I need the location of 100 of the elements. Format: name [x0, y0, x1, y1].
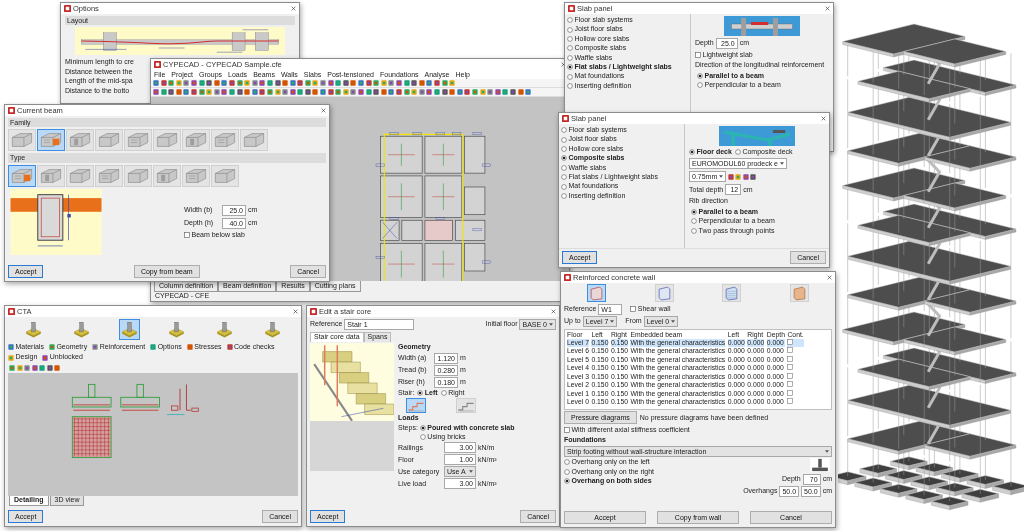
beam-family-option[interactable]: [95, 129, 123, 152]
checkbox[interactable]: [630, 306, 637, 312]
checkbox[interactable]: [564, 427, 570, 434]
beam-family-option[interactable]: [124, 129, 152, 152]
toolbar-icon[interactable]: [226, 344, 233, 351]
wall-icon: [656, 285, 672, 301]
footing-icon: [73, 321, 90, 338]
footing-icon: [168, 321, 186, 338]
beam-type-option[interactable]: [8, 164, 36, 187]
radio-button[interactable]: [561, 155, 567, 162]
radio-button[interactable]: [564, 459, 570, 466]
checkbox[interactable]: [787, 339, 794, 345]
radio-button[interactable]: [691, 227, 697, 234]
radio-button[interactable]: [561, 183, 567, 190]
caret-icon: [671, 320, 676, 323]
close-icon[interactable]: [825, 6, 830, 11]
radio-button[interactable]: [734, 149, 741, 156]
beam-icon: [214, 166, 236, 185]
radio-button[interactable]: [691, 218, 697, 225]
close-icon[interactable]: [293, 309, 298, 314]
caret-icon: [825, 449, 829, 453]
radio-button[interactable]: [561, 136, 567, 143]
radio-button[interactable]: [561, 164, 567, 171]
close-icon[interactable]: [561, 62, 566, 67]
wall-type-option[interactable]: [587, 284, 607, 302]
beam-type-option[interactable]: [95, 164, 123, 187]
beam-family-option[interactable]: [211, 129, 239, 152]
radio-button[interactable]: [419, 434, 426, 441]
beam-icon: [98, 131, 120, 150]
radio-button[interactable]: [567, 64, 573, 71]
caret-icon: [780, 162, 784, 166]
radio-button[interactable]: [567, 73, 573, 80]
footing-view-option[interactable]: [71, 319, 92, 340]
radio-button[interactable]: [419, 424, 426, 431]
radio-button[interactable]: [567, 17, 573, 24]
radio-button[interactable]: [561, 192, 567, 199]
beam-icon: [214, 131, 236, 150]
beam-icon: [11, 166, 33, 185]
beam-icon: [156, 166, 178, 185]
checkbox[interactable]: [787, 372, 794, 379]
beam-icon: [127, 131, 149, 150]
close-icon[interactable]: [291, 6, 296, 11]
checkbox[interactable]: [787, 364, 794, 371]
checkbox[interactable]: [787, 389, 794, 396]
radio-button[interactable]: [567, 35, 573, 42]
beam-family-option[interactable]: [240, 129, 268, 152]
close-icon[interactable]: [827, 275, 832, 280]
beam-type-option[interactable]: [153, 164, 181, 187]
footing-icon: [25, 321, 43, 338]
checkbox[interactable]: [787, 355, 794, 362]
radio-button[interactable]: [691, 208, 697, 215]
beam-family-option[interactable]: [153, 129, 181, 152]
beam-family-option[interactable]: [8, 129, 36, 152]
wall-icon: [791, 285, 807, 301]
beam-type-option[interactable]: [124, 164, 152, 187]
beam-type-option[interactable]: [211, 164, 239, 187]
checkbox[interactable]: [184, 231, 190, 238]
radio-button[interactable]: [561, 127, 567, 134]
beam-type-option[interactable]: [37, 164, 65, 187]
footing-icon: [215, 321, 233, 338]
close-icon[interactable]: [821, 116, 826, 121]
wall-type-option[interactable]: [722, 284, 742, 302]
toolbar-icon[interactable]: [150, 344, 157, 351]
checkbox[interactable]: [787, 381, 794, 388]
footing-icon: [263, 321, 281, 338]
checkbox[interactable]: [787, 398, 794, 405]
radio-button[interactable]: [440, 389, 447, 396]
wall-type-option[interactable]: [789, 284, 809, 302]
radio-button[interactable]: [564, 478, 570, 485]
radio-button[interactable]: [697, 72, 703, 79]
radio-button[interactable]: [567, 26, 573, 33]
radio-button[interactable]: [417, 389, 424, 396]
beam-family-option[interactable]: [182, 129, 210, 152]
beam-family-option[interactable]: [37, 129, 65, 152]
checkbox[interactable]: [695, 52, 701, 59]
beam-icon: [156, 131, 178, 150]
close-icon[interactable]: [551, 309, 556, 314]
radio-button[interactable]: [561, 145, 567, 152]
beam-type-option[interactable]: [66, 164, 94, 187]
radio-button[interactable]: [567, 45, 573, 52]
radio-button[interactable]: [567, 82, 573, 89]
toolbar-icon[interactable]: [92, 344, 99, 351]
toolbar-icon[interactable]: [186, 344, 193, 351]
wall-type-option[interactable]: [654, 284, 674, 302]
wall-icon: [724, 285, 740, 301]
radio-button[interactable]: [561, 174, 567, 181]
beam-family-option[interactable]: [66, 129, 94, 152]
radio-button[interactable]: [697, 82, 703, 89]
close-icon[interactable]: [321, 108, 326, 113]
beam-type-option[interactable]: [182, 164, 210, 187]
beam-icon: [185, 166, 207, 185]
beam-icon: [98, 166, 120, 185]
beam-icon: [69, 131, 91, 150]
radio-button[interactable]: [567, 54, 573, 61]
footing-icon: [120, 321, 138, 338]
radio-button[interactable]: [564, 468, 570, 475]
stair-style-option[interactable]: [456, 398, 476, 414]
footing-view-option[interactable]: [118, 319, 140, 340]
wall-icon: [589, 285, 605, 301]
radio-button[interactable]: [689, 149, 695, 156]
